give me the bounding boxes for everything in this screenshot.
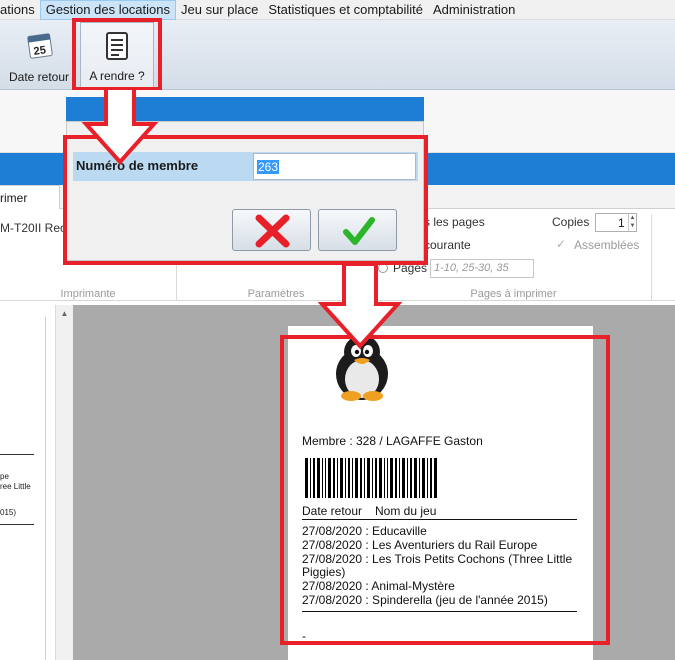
- group-label-printer: Imprimante: [60, 288, 116, 300]
- thumbnail-line: pe: [0, 472, 9, 481]
- option-all-pages[interactable]: s les pages: [424, 215, 485, 229]
- group-label-pages: Pages à imprimer: [470, 288, 557, 300]
- menu-item-administration[interactable]: Administration: [428, 0, 520, 20]
- calendar-icon: 25: [24, 30, 54, 63]
- arrow-down-icon: [318, 264, 402, 349]
- pages-range-input[interactable]: 1-10, 25-30, 35: [430, 259, 534, 278]
- svg-text:25: 25: [33, 44, 47, 58]
- collated-label: Assemblées: [574, 238, 640, 252]
- group-separator: [651, 214, 652, 300]
- thumbnail-line: 015): [0, 508, 17, 517]
- arrow-down-icon: [81, 88, 159, 165]
- copies-label: Copies: [552, 215, 590, 229]
- preview-scrollbar[interactable]: ▲: [55, 305, 73, 660]
- menu-bar: ations Gestion des locations Jeu sur pla…: [0, 0, 675, 20]
- date-retour-label: Date retour: [8, 70, 70, 84]
- date-retour-button[interactable]: 25 Date retour: [4, 22, 74, 90]
- collated-checkbox[interactable]: ✓: [556, 238, 568, 250]
- highlight-receipt: [280, 335, 610, 645]
- printer-name[interactable]: M-T20II Rec: [0, 221, 66, 235]
- menu-item-statistiques[interactable]: Statistiques et comptabilité: [263, 0, 428, 20]
- thumbnail-rule: [0, 524, 34, 525]
- scroll-up-icon[interactable]: ▲: [56, 309, 73, 318]
- menu-item-gestion-des-locations[interactable]: Gestion des locations: [39, 0, 176, 20]
- menu-item-jeu-sur-place[interactable]: Jeu sur place: [176, 0, 263, 20]
- thumbnail-page[interactable]: pe ree Little 015): [0, 317, 46, 660]
- option-current-page[interactable]: courante: [424, 238, 471, 252]
- menu-item-locations[interactable]: ations: [0, 0, 40, 20]
- highlight-a-rendre: [72, 18, 162, 91]
- thumbnail-pane: pe ree Little 015): [0, 305, 55, 660]
- copies-spinner[interactable]: ▲ ▼: [628, 214, 636, 231]
- thumbnail-line: ree Little: [0, 482, 31, 491]
- tab-imprimer[interactable]: rimer: [0, 185, 60, 210]
- thumbnail-rule: [0, 454, 34, 455]
